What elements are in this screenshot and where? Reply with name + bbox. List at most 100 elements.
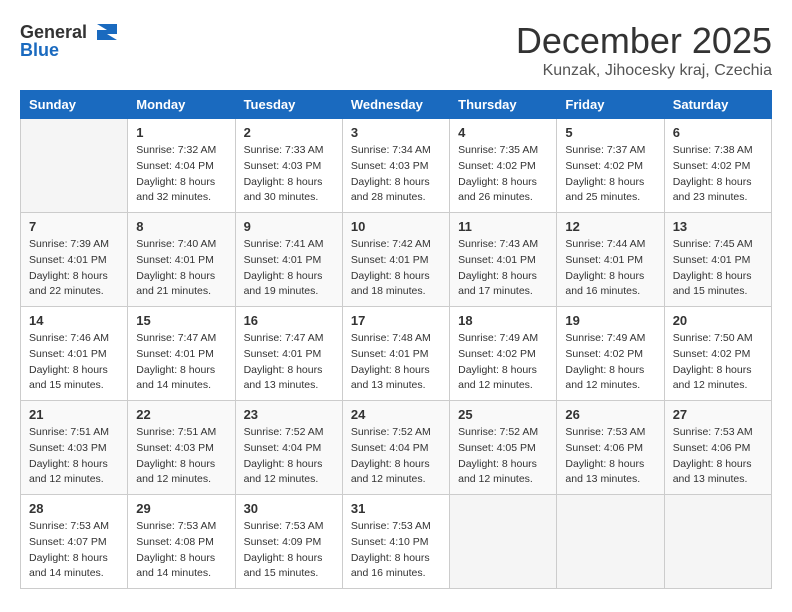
day-number: 10	[351, 219, 441, 234]
day-number: 28	[29, 501, 119, 516]
day-cell: 8Sunrise: 7:40 AMSunset: 4:01 PMDaylight…	[128, 213, 235, 307]
day-info: Sunrise: 7:37 AMSunset: 4:02 PMDaylight:…	[565, 143, 655, 206]
day-number: 18	[458, 313, 548, 328]
day-number: 14	[29, 313, 119, 328]
day-info: Sunrise: 7:53 AMSunset: 4:06 PMDaylight:…	[565, 425, 655, 488]
day-cell: 1 Sunrise: 7:32 AMSunset: 4:04 PMDaylight…	[128, 119, 235, 213]
day-cell: 23 Sunrise: 7:52 AMSunset: 4:04 PMDayligh…	[235, 401, 342, 495]
day-cell: 7Sunrise: 7:39 AMSunset: 4:01 PMDaylight…	[21, 213, 128, 307]
day-cell: 10 Sunrise: 7:42 AMSunset: 4:01 PMDayligh…	[342, 213, 449, 307]
day-cell: 14Sunrise: 7:46 AMSunset: 4:01 PMDayligh…	[21, 307, 128, 401]
day-number: 20	[673, 313, 763, 328]
day-info: Sunrise: 7:52 AMSunset: 4:04 PMDaylight:…	[351, 425, 441, 488]
day-number: 23	[244, 407, 334, 422]
day-info: Sunrise: 7:52 AMSunset: 4:05 PMDaylight:…	[458, 425, 548, 488]
day-cell	[557, 495, 664, 589]
day-cell: 16 Sunrise: 7:47 AMSunset: 4:01 PMDayligh…	[235, 307, 342, 401]
day-number: 22	[136, 407, 226, 422]
weekday-header-monday: Monday	[128, 91, 235, 119]
calendar: SundayMondayTuesdayWednesdayThursdayFrid…	[20, 90, 772, 589]
week-row-4: 21 Sunrise: 7:51 AMSunset: 4:03 PMDayligh…	[21, 401, 772, 495]
day-number: 11	[458, 219, 548, 234]
day-info: Sunrise: 7:38 AMSunset: 4:02 PMDaylight:…	[673, 143, 763, 206]
day-cell: 28 Sunrise: 7:53 AMSunset: 4:07 PMDayligh…	[21, 495, 128, 589]
day-cell: 27Sunrise: 7:53 AMSunset: 4:06 PMDayligh…	[664, 401, 771, 495]
day-info: Sunrise: 7:53 AMSunset: 4:10 PMDaylight:…	[351, 519, 441, 582]
day-number: 30	[244, 501, 334, 516]
day-info: Sunrise: 7:51 AMSunset: 4:03 PMDaylight:…	[136, 425, 226, 488]
day-cell: 12 Sunrise: 7:44 AMSunset: 4:01 PMDayligh…	[557, 213, 664, 307]
day-number: 29	[136, 501, 226, 516]
day-info: Sunrise: 7:51 AMSunset: 4:03 PMDaylight:…	[29, 425, 119, 488]
day-cell: 29 Sunrise: 7:53 AMSunset: 4:08 PMDayligh…	[128, 495, 235, 589]
day-info: Sunrise: 7:53 AMSunset: 4:08 PMDaylight:…	[136, 519, 226, 582]
day-cell: 31 Sunrise: 7:53 AMSunset: 4:10 PMDayligh…	[342, 495, 449, 589]
day-cell: 20 Sunrise: 7:50 AMSunset: 4:02 PMDayligh…	[664, 307, 771, 401]
day-number: 4	[458, 125, 548, 140]
day-cell: 3 Sunrise: 7:34 AMSunset: 4:03 PMDaylight…	[342, 119, 449, 213]
day-info: Sunrise: 7:35 AMSunset: 4:02 PMDaylight:…	[458, 143, 548, 206]
week-row-1: 1 Sunrise: 7:32 AMSunset: 4:04 PMDaylight…	[21, 119, 772, 213]
day-cell: 22 Sunrise: 7:51 AMSunset: 4:03 PMDayligh…	[128, 401, 235, 495]
day-info: Sunrise: 7:42 AMSunset: 4:01 PMDaylight:…	[351, 237, 441, 300]
day-cell: 15 Sunrise: 7:47 AMSunset: 4:01 PMDayligh…	[128, 307, 235, 401]
day-cell: 25 Sunrise: 7:52 AMSunset: 4:05 PMDayligh…	[450, 401, 557, 495]
day-cell: 17 Sunrise: 7:48 AMSunset: 4:01 PMDayligh…	[342, 307, 449, 401]
day-cell: 5 Sunrise: 7:37 AMSunset: 4:02 PMDaylight…	[557, 119, 664, 213]
day-cell: 30 Sunrise: 7:53 AMSunset: 4:09 PMDayligh…	[235, 495, 342, 589]
day-number: 17	[351, 313, 441, 328]
weekday-header-tuesday: Tuesday	[235, 91, 342, 119]
day-number: 24	[351, 407, 441, 422]
day-number: 5	[565, 125, 655, 140]
day-info: Sunrise: 7:34 AMSunset: 4:03 PMDaylight:…	[351, 143, 441, 206]
day-info: Sunrise: 7:52 AMSunset: 4:04 PMDaylight:…	[244, 425, 334, 488]
day-number: 7	[29, 219, 119, 234]
weekday-header-saturday: Saturday	[664, 91, 771, 119]
day-info: Sunrise: 7:49 AMSunset: 4:02 PMDaylight:…	[565, 331, 655, 394]
day-number: 12	[565, 219, 655, 234]
day-cell: 6 Sunrise: 7:38 AMSunset: 4:02 PMDaylight…	[664, 119, 771, 213]
day-info: Sunrise: 7:44 AMSunset: 4:01 PMDaylight:…	[565, 237, 655, 300]
day-number: 6	[673, 125, 763, 140]
week-row-3: 14Sunrise: 7:46 AMSunset: 4:01 PMDayligh…	[21, 307, 772, 401]
day-number: 15	[136, 313, 226, 328]
day-number: 27	[673, 407, 763, 422]
day-number: 25	[458, 407, 548, 422]
week-row-5: 28 Sunrise: 7:53 AMSunset: 4:07 PMDayligh…	[21, 495, 772, 589]
day-number: 21	[29, 407, 119, 422]
day-cell: 11 Sunrise: 7:43 AMSunset: 4:01 PMDayligh…	[450, 213, 557, 307]
day-number: 16	[244, 313, 334, 328]
day-info: Sunrise: 7:50 AMSunset: 4:02 PMDaylight:…	[673, 331, 763, 394]
day-cell: 18Sunrise: 7:49 AMSunset: 4:02 PMDayligh…	[450, 307, 557, 401]
day-cell: 24 Sunrise: 7:52 AMSunset: 4:04 PMDayligh…	[342, 401, 449, 495]
day-info: Sunrise: 7:47 AMSunset: 4:01 PMDaylight:…	[136, 331, 226, 394]
day-info: Sunrise: 7:43 AMSunset: 4:01 PMDaylight:…	[458, 237, 548, 300]
header: General Blue December 2025 Kunzak, Jihoc…	[20, 20, 772, 80]
day-info: Sunrise: 7:53 AMSunset: 4:09 PMDaylight:…	[244, 519, 334, 582]
logo-icon	[89, 20, 119, 44]
day-info: Sunrise: 7:32 AMSunset: 4:04 PMDaylight:…	[136, 143, 226, 206]
weekday-header-sunday: Sunday	[21, 91, 128, 119]
day-number: 3	[351, 125, 441, 140]
title-area: December 2025 Kunzak, Jihocesky kraj, Cz…	[516, 20, 772, 80]
day-number: 31	[351, 501, 441, 516]
day-number: 1	[136, 125, 226, 140]
day-cell	[21, 119, 128, 213]
day-number: 8	[136, 219, 226, 234]
month-title: December 2025	[516, 20, 772, 62]
day-number: 2	[244, 125, 334, 140]
day-cell	[450, 495, 557, 589]
day-cell: 19 Sunrise: 7:49 AMSunset: 4:02 PMDayligh…	[557, 307, 664, 401]
day-info: Sunrise: 7:45 AMSunset: 4:01 PMDaylight:…	[673, 237, 763, 300]
day-cell: 4 Sunrise: 7:35 AMSunset: 4:02 PMDaylight…	[450, 119, 557, 213]
day-info: Sunrise: 7:53 AMSunset: 4:07 PMDaylight:…	[29, 519, 119, 582]
weekday-header-wednesday: Wednesday	[342, 91, 449, 119]
day-cell: 13Sunrise: 7:45 AMSunset: 4:01 PMDayligh…	[664, 213, 771, 307]
day-info: Sunrise: 7:48 AMSunset: 4:01 PMDaylight:…	[351, 331, 441, 394]
day-info: Sunrise: 7:47 AMSunset: 4:01 PMDaylight:…	[244, 331, 334, 394]
day-info: Sunrise: 7:33 AMSunset: 4:03 PMDaylight:…	[244, 143, 334, 206]
day-cell: 21 Sunrise: 7:51 AMSunset: 4:03 PMDayligh…	[21, 401, 128, 495]
day-cell: 9Sunrise: 7:41 AMSunset: 4:01 PMDaylight…	[235, 213, 342, 307]
day-number: 26	[565, 407, 655, 422]
day-number: 19	[565, 313, 655, 328]
